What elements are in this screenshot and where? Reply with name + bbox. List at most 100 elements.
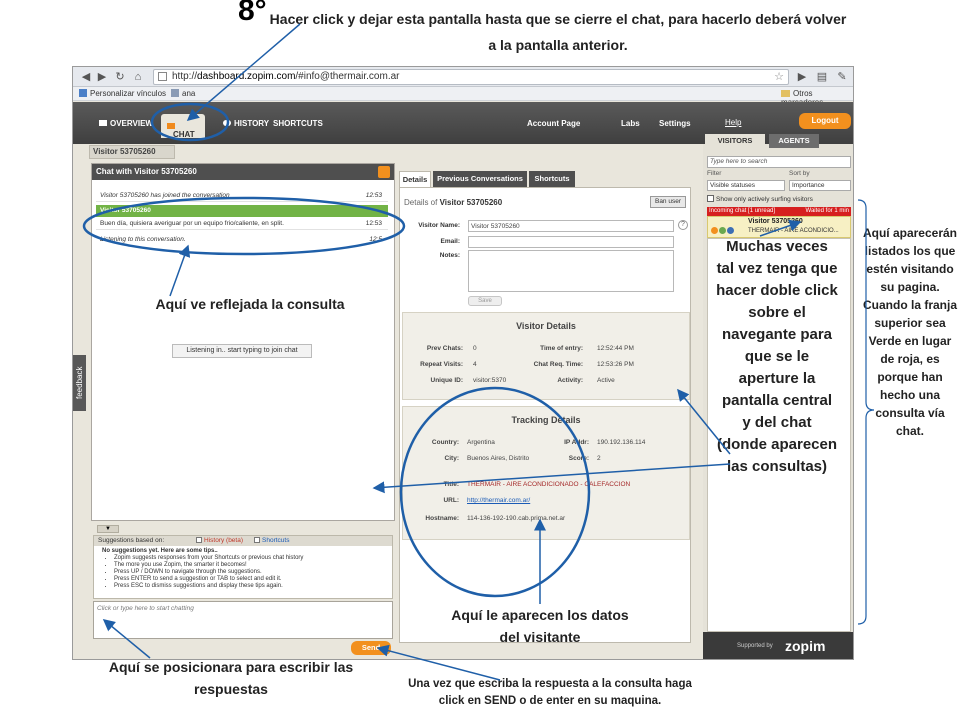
visitor-details-title: Visitor Details (516, 321, 576, 331)
tab-agents[interactable]: AGENTS (769, 134, 819, 148)
suggestions-panel: Suggestions based on: History (beta) Sho… (93, 535, 393, 599)
chat-header: Chat with Visitor 53705260 (92, 164, 394, 180)
home-icon[interactable]: ⌂ (131, 70, 145, 84)
chat-input[interactable]: Click or type here to start chatting (93, 601, 393, 639)
sort-select[interactable]: Importance (789, 180, 851, 191)
message-time: 12:5 (369, 236, 382, 243)
tab-details[interactable]: Details (399, 171, 431, 187)
feedback-tab[interactable]: feedback (73, 355, 86, 411)
score-label: Score: (568, 455, 589, 462)
details-panel: Details of Visitor 53705260 Ban user Vis… (399, 187, 691, 643)
history-option[interactable]: History (beta) (196, 536, 243, 546)
folder-icon (781, 90, 790, 97)
zopim-logo: zopim (785, 638, 826, 654)
annotation-doble-click: Muchas veces tal vez tenga que hacer dob… (716, 238, 838, 475)
tracking-details-box: Tracking Details Country: Argentina City… (402, 406, 690, 540)
country-label: Country: (431, 439, 459, 446)
notes-field[interactable] (468, 250, 674, 292)
nav-overview[interactable]: OVERVIEW (99, 119, 153, 128)
shortcuts-option[interactable]: Shortcuts (254, 536, 289, 546)
listening-button[interactable]: Listening in.. start typing to join chat (172, 344, 312, 358)
checkbox-icon (196, 537, 202, 543)
visitor-name-field[interactable]: Visitor 53705260 (468, 220, 674, 232)
city-label: City: (444, 455, 459, 462)
tracking-details-title: Tracking Details (511, 415, 581, 425)
message-text: Listening to this conversation. (100, 236, 186, 243)
url-label: URL: (443, 497, 459, 504)
help-link[interactable]: Help (725, 118, 741, 127)
tip-item: Press ENTER to send a suggestion or TAB … (114, 576, 388, 583)
nav-settings[interactable]: Settings (659, 119, 691, 128)
visitor-page: THERMAIR - AIRE ACONDICIO... (748, 228, 839, 234)
tab-visitors[interactable]: VISITORS (705, 134, 765, 148)
suggestions-header: Suggestions based on: History (beta) Sho… (94, 536, 392, 546)
popout-icon[interactable] (378, 166, 390, 178)
hostname-value: 114-136-192-190.cab.prima.net.ar (467, 515, 566, 522)
save-button[interactable]: Save (468, 296, 502, 306)
incoming-label: Incoming chat [1 unread] (709, 208, 776, 214)
checkbox-icon (254, 537, 260, 543)
help-icon[interactable]: ? (678, 220, 688, 230)
incoming-chat-bar: Incoming chat [1 unread] Waited for 1 min (707, 207, 851, 216)
activity-label: Activity: (557, 377, 583, 384)
chat-message-sender: Visitor 53705260 (96, 205, 388, 217)
ip-value: 190.192.136.114 (597, 439, 646, 446)
nav-chat-label: CHAT (173, 130, 195, 139)
visitor-name-label: Visitor Name: (418, 222, 460, 229)
step-instruction: Hacer click y dejar esta pantalla hasta … (269, 11, 847, 53)
details-title-prefix: Details of (404, 198, 438, 207)
send-button[interactable]: Send (351, 641, 391, 655)
reload-icon[interactable]: ↻ (113, 70, 127, 84)
email-field[interactable] (468, 236, 674, 248)
extension-icon[interactable]: ▶ (795, 70, 809, 84)
forward-icon[interactable]: ▶ (95, 70, 109, 84)
bookmark-icon (79, 89, 87, 97)
shortcuts-option-label: Shortcuts (262, 537, 290, 544)
page-menu-icon[interactable]: ▤ (815, 70, 829, 84)
clock-icon (223, 120, 231, 126)
logout-button[interactable]: Logout (799, 113, 851, 129)
bookmark-personalizar[interactable]: Personalizar vínculos (79, 89, 166, 98)
tab-previous-conversations[interactable]: Previous Conversations (433, 171, 527, 187)
browser-icon (719, 227, 726, 234)
details-title-name: Visitor 53705260 (439, 198, 503, 207)
only-active-checkbox[interactable]: Show only actively surfing visitors (707, 195, 813, 203)
url-link[interactable]: http://thermair.com.ar/ (467, 497, 530, 504)
visitor-status-icons (711, 221, 743, 234)
only-active-label: Show only actively surfing visitors (716, 196, 813, 203)
history-option-label: History (beta) (204, 537, 244, 544)
address-bar[interactable]: http://dashboard.zopim.com/#info@thermai… (153, 69, 789, 85)
visitor-list-item[interactable]: Visitor 53705260 THERMAIR - AIRE ACONDIC… (707, 216, 851, 238)
suggestions-toggle[interactable]: ▼ (97, 525, 119, 533)
suggestions-tips: No suggestions yet. Here are some tips..… (102, 548, 388, 590)
bookmark-ana[interactable]: ana (171, 89, 195, 98)
nav-account-page[interactable]: Account Page (527, 119, 580, 128)
bookmark-star-icon[interactable]: ☆ (774, 70, 784, 84)
repeat-visits-value: 4 (473, 361, 477, 368)
checkbox-icon (707, 195, 714, 202)
chat-input-placeholder: Click or type here to start chatting (97, 605, 194, 612)
wrench-icon[interactable]: ✎ (835, 70, 849, 84)
title-value: THERMAIR - AIRE ACONDICIONADO - CALEFACC… (467, 481, 631, 488)
ban-user-button[interactable]: Ban user (650, 196, 686, 208)
nav-history[interactable]: HISTORY (223, 119, 269, 128)
nav-labs[interactable]: Labs (621, 119, 640, 128)
tab-shortcuts[interactable]: Shortcuts (529, 171, 575, 187)
page-icon (158, 72, 167, 81)
hostname-label: Hostname: (425, 515, 459, 522)
prev-chats-value: 0 (473, 345, 477, 352)
sort-label: Sort by (789, 170, 810, 177)
nav-chat-tab[interactable]: CHAT (161, 114, 205, 139)
back-icon[interactable]: ◀ (79, 70, 93, 84)
time-entry-value: 12:52:44 PM (597, 345, 634, 352)
message-time: 12:53 (365, 192, 382, 199)
annotation-escribir: Aquí se posicionara para escribir las re… (108, 659, 354, 697)
chat-req-value: 12:53:26 PM (597, 361, 634, 368)
filter-select[interactable]: Visible statuses (707, 180, 785, 191)
url-rest: /#info@thermair.com.ar (295, 71, 400, 82)
visitor-tab[interactable]: Visitor 53705260 (89, 145, 175, 159)
visitor-search-input[interactable]: Type here to search (707, 156, 851, 168)
chat-status-icon (711, 227, 718, 234)
nav-shortcuts[interactable]: SHORTCUTS (273, 119, 323, 128)
details-title: Details of Visitor 53705260 (404, 198, 502, 207)
